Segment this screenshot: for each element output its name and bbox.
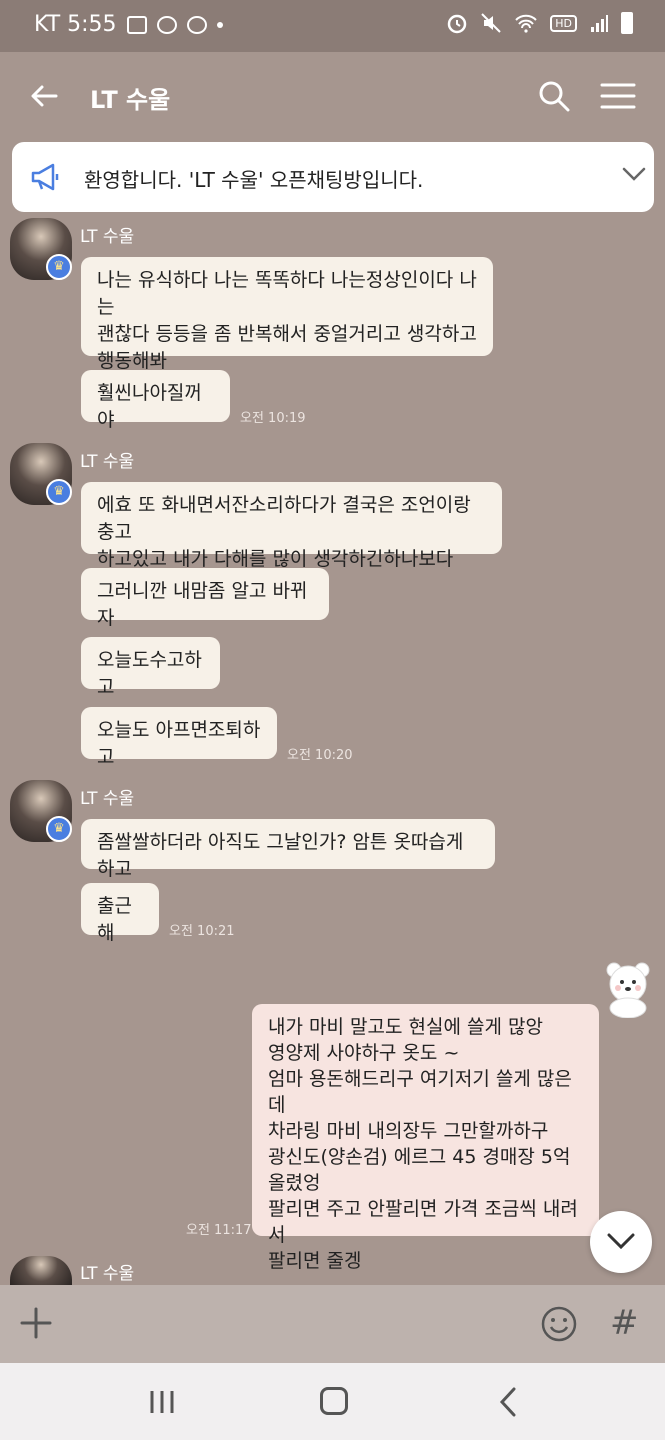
sender-name: LT 수울 [80,452,135,472]
home-icon[interactable] [320,1387,348,1415]
avatar[interactable]: ♛ [10,443,72,505]
alarm-icon [448,14,467,34]
message-bubble[interactable]: 오늘도 아프면조퇴하고 [81,707,277,768]
input-bar: # [0,1285,665,1363]
scroll-to-bottom-button[interactable] [590,1211,652,1273]
avatar[interactable]: ♛ [10,780,72,842]
status-bar: KT 5:55 HD [0,0,665,52]
message-bubble[interactable]: 훨씬나아질꺼야 [81,370,230,431]
message-time: 오전 11:17 [186,1223,252,1238]
avatar[interactable] [10,1256,72,1285]
back-icon[interactable] [496,1387,520,1417]
menu-icon[interactable] [600,82,636,110]
hashtag-button[interactable]: # [610,1303,639,1343]
message-bubble[interactable]: 좀쌀쌀하더라 아직도 그날인가? 암튼 옷따습게하고 [81,819,495,880]
hd-badge: HD [550,14,577,32]
message-bubble[interactable]: 그러니깐 내맘좀 알고 바뀌자 [81,568,329,629]
chat-header: LT 수울 [0,52,665,140]
chevron-down-icon [607,1233,635,1250]
search-icon[interactable] [538,80,570,112]
message-time: 오전 10:19 [240,411,306,426]
wifi-icon [515,14,537,33]
chevron-down-icon[interactable] [622,166,646,182]
gallery-icon [126,15,147,34]
crown-icon: ♛ [46,254,72,280]
message-bubble[interactable]: 오늘도수고하고 [81,637,220,698]
mute-icon [481,13,501,33]
chat-title: LT 수울 [90,86,171,114]
carrier-time: KT 5:55 [34,12,117,37]
sender-name: LT 수울 [80,227,135,247]
more-notifications-icon [216,21,223,28]
system-nav-bar [0,1363,665,1440]
avatar[interactable]: ♛ [10,218,72,280]
megaphone-icon [31,163,59,191]
message-time: 오전 10:20 [287,748,353,763]
battery-icon [621,12,633,34]
message-bubble[interactable]: 에효 또 화내면서잔소리하다가 결국은 조언이랑충고 하고있고 내가 다해를 많… [81,482,502,570]
sender-name: LT 수울 [80,1264,135,1284]
back-arrow-icon[interactable] [28,80,60,112]
plus-icon[interactable] [18,1305,54,1341]
signal-icon [591,15,608,32]
notice-text: 환영합니다. 'LT 수울' 오픈채팅방입니다. [84,168,424,192]
bear-sticker-icon [606,962,650,1018]
recent-apps-icon[interactable] [148,1389,176,1415]
notice-banner[interactable]: 환영합니다. 'LT 수울' 오픈채팅방입니다. [12,142,654,212]
message-time: 오전 10:21 [169,924,235,939]
message-bubble[interactable]: 나는 유식하다 나는 똑똑하다 나는정상인이다 나는 괜찮다 등등을 좀 반복해… [81,257,493,372]
emoji-icon[interactable] [540,1305,578,1343]
sync-icon [186,15,207,34]
sender-name: LT 수울 [80,789,135,809]
talk-icon [156,15,177,34]
crown-icon: ♛ [46,479,72,505]
message-bubble[interactable]: 출근해 [81,883,159,944]
status-left: KT 5:55 [34,12,223,37]
my-message-bubble[interactable]: 내가 마비 말고도 현실에 쓸게 많앙 영양제 사야하구 옷도 ~ 엄마 용돈해… [252,1004,599,1272]
crown-icon: ♛ [46,816,72,842]
status-right: HD [446,12,633,34]
